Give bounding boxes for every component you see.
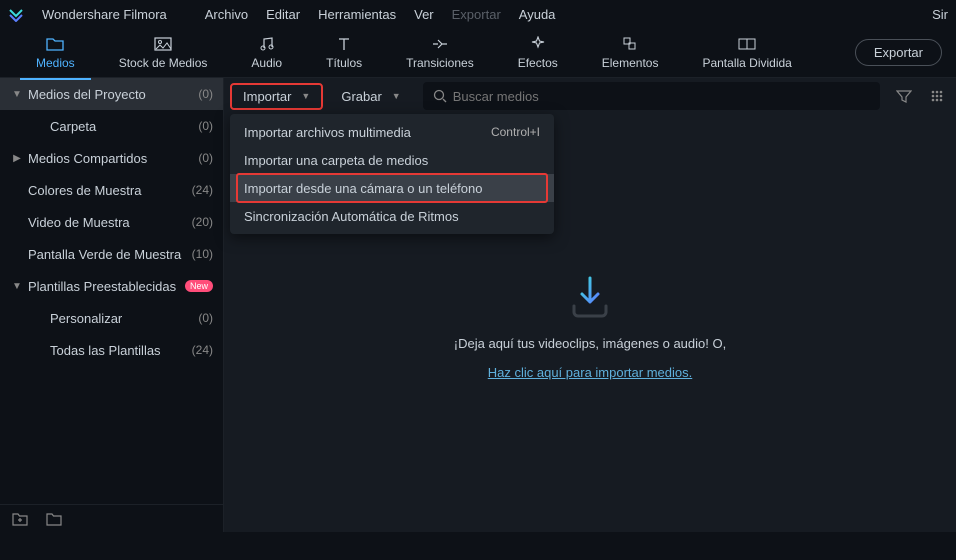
download-icon [562,266,618,322]
dd-auto-beat[interactable]: Sincronización Automática de Ritmos [230,202,554,230]
sidebar-footer [0,504,223,532]
tab-titulos[interactable]: Títulos [304,35,384,70]
dd-import-folder[interactable]: Importar una carpeta de medios [230,146,554,174]
tab-transiciones[interactable]: Transiciones [384,35,496,70]
tab-stock[interactable]: Stock de Medios [97,35,230,70]
chevron-right-icon: ▶ [10,153,24,164]
drop-text: ¡Deja aquí tus videoclips, imágenes o au… [454,336,726,351]
tree-medios-compartidos[interactable]: ▶ Medios Compartidos (0) [0,142,223,174]
new-badge: New [185,280,213,292]
chevron-down-icon: ▼ [301,91,310,101]
sidebar: ▼ Medios del Proyecto (0) Carpeta (0) ▶ … [0,78,224,532]
tree-personalizar[interactable]: Personalizar (0) [0,302,223,334]
add-folder-icon[interactable] [12,512,28,526]
tree-todas-plantillas[interactable]: Todas las Plantillas (24) [0,334,223,366]
content-area: Importar ▼ Grabar ▼ Importar archivos mu… [224,78,956,532]
tree-plantillas[interactable]: ▼ Plantillas Preestablecidas New [0,270,223,302]
import-dropdown-menu: Importar archivos multimedia Control+I I… [230,114,554,234]
chevron-down-icon: ▼ [10,89,24,100]
drop-link[interactable]: Haz clic aquí para importar medios. [488,365,692,380]
menu-exportar[interactable]: Exportar [452,7,501,22]
menu-editar[interactable]: Editar [266,7,300,22]
import-dropdown-button[interactable]: Importar ▼ [230,83,323,110]
tab-medios[interactable]: Medios [14,35,97,70]
tab-audio[interactable]: Audio [229,35,304,70]
transition-icon [431,35,449,53]
tree-medios-proyecto[interactable]: ▼ Medios del Proyecto (0) [0,78,223,110]
menu-ver[interactable]: Ver [414,7,434,22]
folder-icon [46,35,64,53]
search-wrapper [423,82,880,110]
filter-icon[interactable] [890,89,918,103]
folder-icon[interactable] [46,512,62,526]
grid-icon[interactable] [924,89,950,103]
tab-elementos[interactable]: Elementos [580,35,681,70]
search-input[interactable] [453,89,870,104]
menu-archivo[interactable]: Archivo [205,7,248,22]
tree-colores-muestra[interactable]: ▶ Colores de Muestra (24) [0,174,223,206]
tree-video-muestra[interactable]: ▶ Video de Muestra (20) [0,206,223,238]
dd-import-device[interactable]: Importar desde una cámara o un teléfono [230,174,554,202]
sparkle-icon [529,35,547,53]
content-toolbar: Importar ▼ Grabar ▼ [224,78,956,114]
image-icon [154,35,172,53]
dd-import-files[interactable]: Importar archivos multimedia Control+I [230,118,554,146]
tab-efectos[interactable]: Efectos [496,35,580,70]
titlebar: Wondershare Filmora Archivo Editar Herra… [0,0,956,28]
music-icon [258,35,276,53]
export-button[interactable]: Exportar [855,39,942,66]
search-icon [433,89,447,103]
record-dropdown-button[interactable]: Grabar ▼ [329,84,412,109]
split-icon [738,35,756,53]
tab-pantalla-dividida[interactable]: Pantalla Dividida [680,35,813,70]
text-icon [335,35,353,53]
shortcut-text: Control+I [491,125,540,139]
app-title: Wondershare Filmora [42,7,167,22]
menu-herramientas[interactable]: Herramientas [318,7,396,22]
main: ▼ Medios del Proyecto (0) Carpeta (0) ▶ … [0,78,956,532]
tree-carpeta[interactable]: Carpeta (0) [0,110,223,142]
tree-pantalla-verde[interactable]: ▶ Pantalla Verde de Muestra (10) [0,238,223,270]
menu-ayuda[interactable]: Ayuda [519,7,556,22]
chevron-down-icon: ▼ [392,91,401,101]
toolbar: Medios Stock de Medios Audio Títulos Tra… [0,28,956,78]
shapes-icon [621,35,639,53]
chevron-down-icon: ▼ [10,281,24,292]
titlebar-right-text: Sir [932,7,948,22]
app-logo-icon [8,6,24,22]
